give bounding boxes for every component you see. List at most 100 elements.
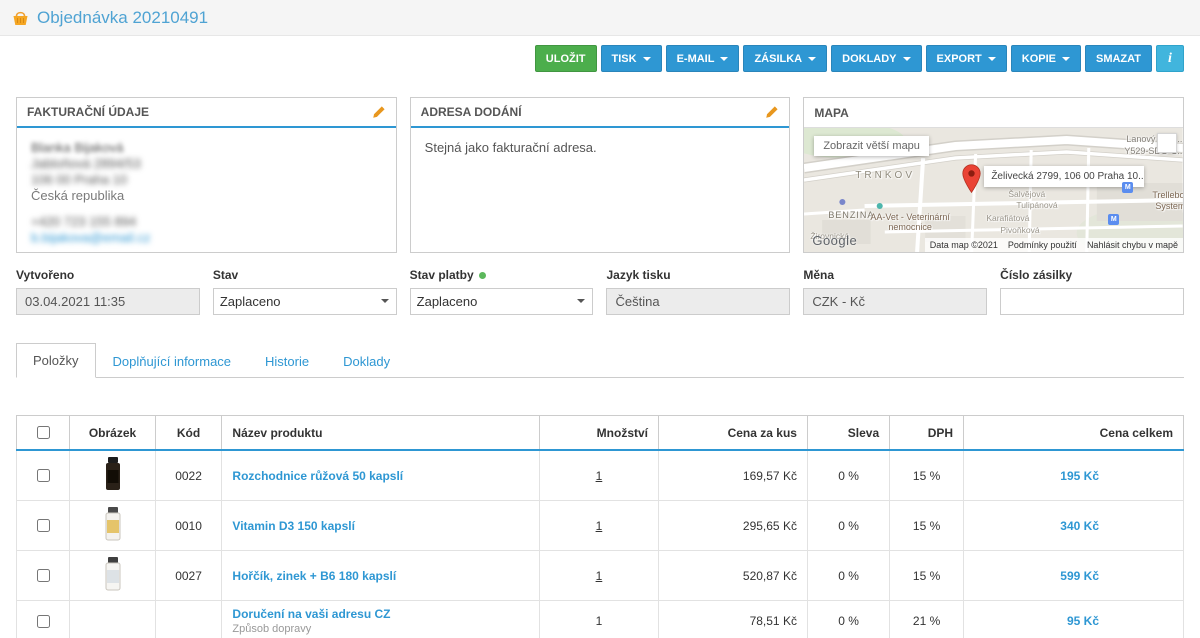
map-report-link[interactable]: Nahlásit chybu v mapě <box>1087 240 1178 250</box>
copy-button-label: KOPIE <box>1022 53 1056 65</box>
tab-additional-info[interactable]: Doplňující informace <box>96 343 249 378</box>
product-image-cell <box>70 601 155 638</box>
print-button[interactable]: TISK <box>601 45 662 72</box>
items-table: ObrázekKódNázev produktuMnožstvíCena za … <box>16 415 1184 638</box>
column-header-qty: Množství <box>539 416 658 451</box>
map-attribution: Data map ©2021 Podmínky použití Nahlásit… <box>925 238 1183 252</box>
export-button[interactable]: EXPORT <box>926 45 1007 72</box>
billing-line: Jabloňová 2894/53 <box>31 156 382 172</box>
payment-status-select-label: Stav platby <box>410 268 594 282</box>
total-price-value: 195 Kč <box>1060 469 1099 483</box>
status-select-label: Stav <box>213 268 397 282</box>
quantity-value[interactable]: 1 <box>596 469 603 483</box>
table-row: 0027Hořčík, zinek + B6 180 kapslí1520,87… <box>17 551 1184 601</box>
row-checkbox-cell <box>17 601 70 638</box>
documents-button[interactable]: DOKLADY <box>831 45 921 72</box>
map-pin-icon[interactable] <box>962 164 981 197</box>
billing-address: Blanka BijakováJabloňová 2894/53106 00 P… <box>17 128 396 252</box>
tab-documents[interactable]: Doklady <box>326 343 407 378</box>
status-dot-icon <box>479 272 486 279</box>
product-name-cell: Rozchodnice růžová 50 kapslí <box>222 450 539 501</box>
email-button[interactable]: E-MAIL <box>666 45 740 72</box>
save-button[interactable]: ULOŽIT <box>535 45 597 72</box>
product-link[interactable]: Rozchodnice růžová 50 kapslí <box>232 469 403 483</box>
total-price-cell: 195 Kč <box>964 450 1184 501</box>
shipment-button-label: ZÁSILKA <box>754 53 802 65</box>
select-all-checkbox[interactable] <box>37 426 50 439</box>
column-header-unit: Cena za kus <box>659 416 808 451</box>
dark-bottle-icon <box>103 480 123 494</box>
delete-button[interactable]: SMAZAT <box>1085 45 1152 72</box>
row-checkbox-cell <box>17 551 70 601</box>
currency-field <box>803 288 987 315</box>
transit-station-icon[interactable]: M <box>1122 182 1133 193</box>
column-header-total: Cena celkem <box>964 416 1184 451</box>
column-header-checkbox <box>17 416 70 451</box>
map[interactable]: TRNKOVBENZINAAA-Vet - Veterinárnínemocni… <box>804 128 1183 252</box>
created-field-group: Vytvořeno <box>16 268 200 315</box>
chevron-down-icon <box>1062 57 1070 65</box>
quantity-value[interactable]: 1 <box>596 519 603 533</box>
product-image-cell <box>70 551 155 601</box>
row-checkbox[interactable] <box>37 469 50 482</box>
table-row: Doručení na vaši adresu CZ Způsob dopravy… <box>17 601 1184 638</box>
unit-price-cell: 295,65 Kč <box>659 501 808 551</box>
product-link[interactable]: Doručení na vaši adresu CZ <box>232 607 390 621</box>
view-larger-map-link[interactable]: Zobrazit větší mapu <box>814 136 929 156</box>
info-button[interactable]: i <box>1156 45 1184 72</box>
export-button-label: EXPORT <box>937 53 982 65</box>
status-select-label-text: Stav <box>213 268 238 282</box>
shipment-button[interactable]: ZÁSILKA <box>743 45 827 72</box>
payment-status-select-label-text: Stav platby <box>410 268 474 282</box>
vat-cell: 21 % <box>890 601 964 638</box>
transit-station-icon[interactable]: M <box>1108 214 1119 225</box>
total-price-cell: 340 Kč <box>964 501 1184 551</box>
currency-field-label: Měna <box>803 268 987 282</box>
print-language-field-label-text: Jazyk tisku <box>606 268 670 282</box>
created-field-label: Vytvořeno <box>16 268 200 282</box>
billing-line: 106 00 Praha 10 <box>31 172 382 188</box>
billing-line: Blanka Bijaková <box>31 140 382 156</box>
product-sub-label: Způsob dopravy <box>232 623 528 635</box>
delivery-panel-title: ADRESA DODÁNÍ <box>421 105 522 119</box>
quantity-cell: 1 <box>539 601 658 638</box>
row-checkbox[interactable] <box>37 615 50 628</box>
table-header-row: ObrázekKódNázev produktuMnožstvíCena za … <box>17 416 1184 451</box>
status-select-wrap: Zaplaceno <box>213 288 397 315</box>
table-row: 0010Vitamin D3 150 kapslí1295,65 Kč0 %15… <box>17 501 1184 551</box>
product-code-cell <box>155 601 222 638</box>
tabs: PoložkyDoplňující informaceHistorieDokla… <box>16 343 1184 378</box>
fullscreen-control-icon[interactable] <box>1157 133 1177 153</box>
unit-price-cell: 78,51 Kč <box>659 601 808 638</box>
tab-history[interactable]: Historie <box>248 343 326 378</box>
product-name-cell: Doručení na vaši adresu CZ Způsob dopravy <box>222 601 539 638</box>
row-checkbox[interactable] <box>37 569 50 582</box>
info-button-label: i <box>1168 51 1172 67</box>
unit-price-cell: 520,87 Kč <box>659 551 808 601</box>
tab-items[interactable]: Položky <box>16 343 96 378</box>
row-checkbox-cell <box>17 450 70 501</box>
payment-status-select[interactable]: Zaplaceno <box>410 288 594 315</box>
table-row: 0022Rozchodnice růžová 50 kapslí1169,57 … <box>17 450 1184 501</box>
quantity-value[interactable]: 1 <box>596 569 603 583</box>
row-checkbox[interactable] <box>37 519 50 532</box>
billing-line[interactable]: b.bijakova@email.cz <box>31 230 382 246</box>
edit-delivery-icon[interactable] <box>765 105 779 119</box>
map-terms-link[interactable]: Podmínky použití <box>1008 240 1077 250</box>
vat-cell: 15 % <box>890 551 964 601</box>
vat-cell: 15 % <box>890 450 964 501</box>
chevron-down-icon <box>808 57 816 65</box>
product-link[interactable]: Vitamin D3 150 kapslí <box>232 519 355 533</box>
status-select[interactable]: Zaplaceno <box>213 288 397 315</box>
created-field-label-text: Vytvořeno <box>16 268 74 282</box>
product-name-cell: Vitamin D3 150 kapslí <box>222 501 539 551</box>
edit-billing-icon[interactable] <box>372 105 386 119</box>
quantity-cell: 1 <box>539 501 658 551</box>
product-link[interactable]: Hořčík, zinek + B6 180 kapslí <box>232 569 396 583</box>
email-button-label: E-MAIL <box>677 53 715 65</box>
unit-price-cell: 169,57 Kč <box>659 450 808 501</box>
map-marker-label: Želivecká 2799, 106 00 Praha 10... <box>984 166 1144 187</box>
copy-button[interactable]: KOPIE <box>1011 45 1081 72</box>
tracking-number-input[interactable] <box>1000 288 1184 315</box>
discount-cell: 0 % <box>807 551 889 601</box>
